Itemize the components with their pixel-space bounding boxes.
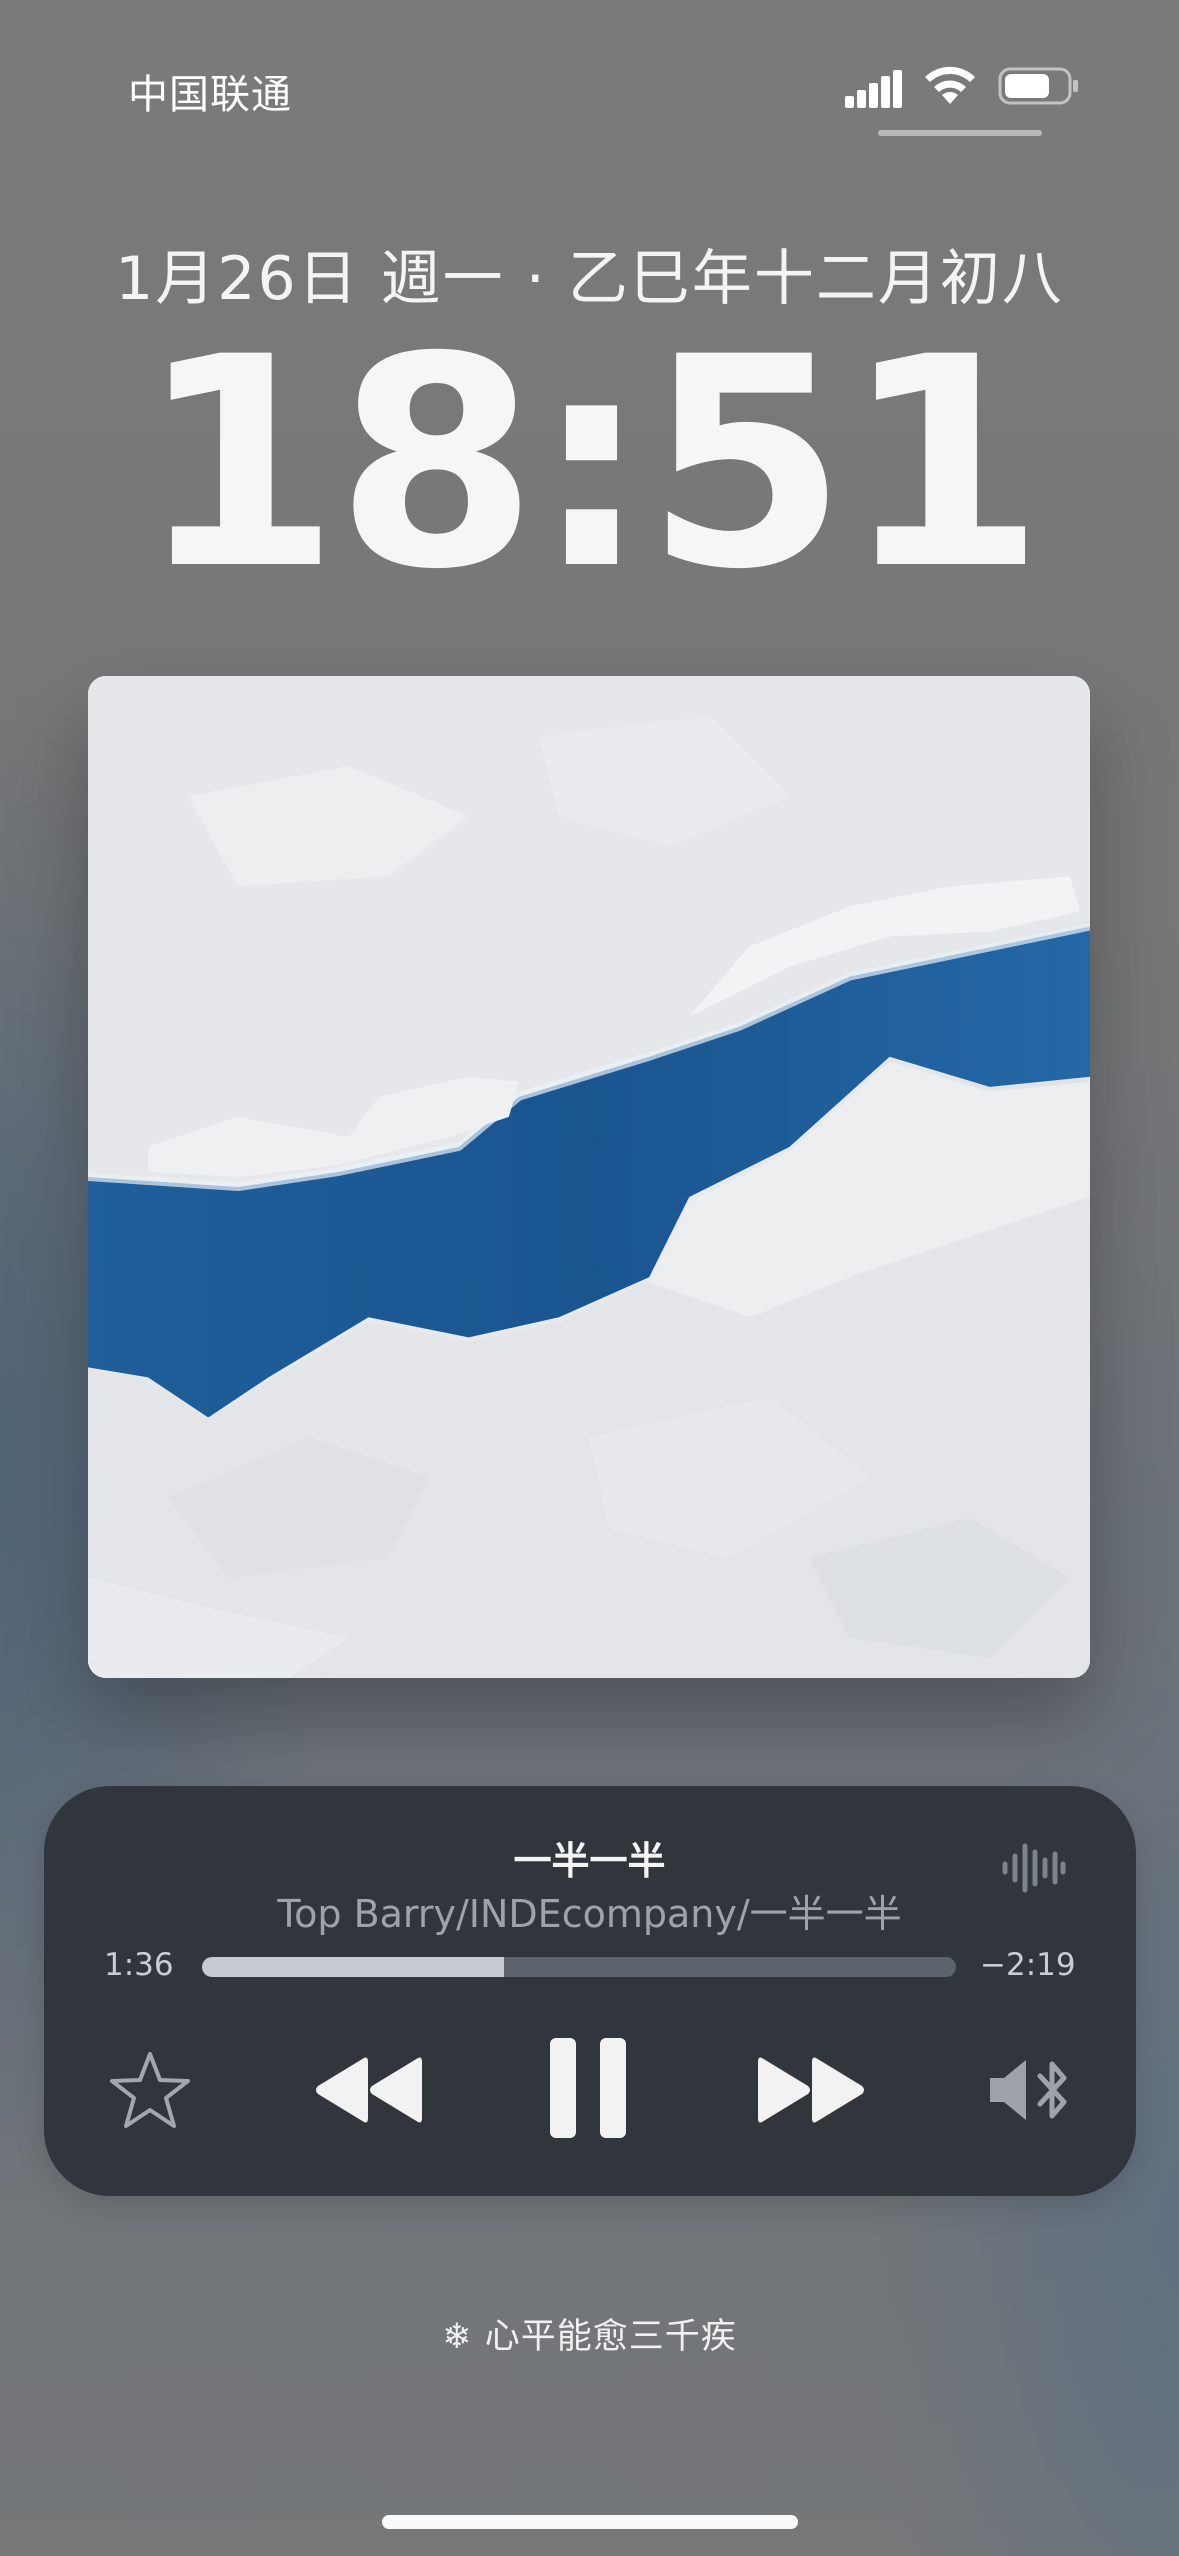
album-artwork[interactable] <box>88 676 1090 1678</box>
fast-forward-icon[interactable] <box>756 2052 868 2128</box>
star-icon[interactable] <box>108 2050 192 2130</box>
rewind-icon[interactable] <box>312 2052 424 2128</box>
elapsed-time: 1:36 <box>104 1947 174 1983</box>
home-indicator[interactable] <box>382 2515 798 2529</box>
wifi-icon <box>925 66 975 104</box>
pause-icon[interactable] <box>548 2036 628 2140</box>
progress-scrubber[interactable] <box>202 1957 956 1977</box>
carrier-name: 中国联通 <box>128 72 292 118</box>
lock-time: 18:51 <box>137 296 1045 633</box>
notification-pill[interactable] <box>878 130 1042 136</box>
remaining-time: −2:19 <box>980 1947 1076 1983</box>
progress-fill <box>202 1957 504 1977</box>
speaker-bluetooth-icon[interactable] <box>986 2050 1076 2130</box>
cellular-signal-icon <box>845 70 902 108</box>
lock-screen-footer: ❄ 心平能愈三千疾 <box>442 2317 737 2357</box>
battery-icon <box>998 67 1078 105</box>
waveform-icon[interactable] <box>1000 1840 1066 1896</box>
